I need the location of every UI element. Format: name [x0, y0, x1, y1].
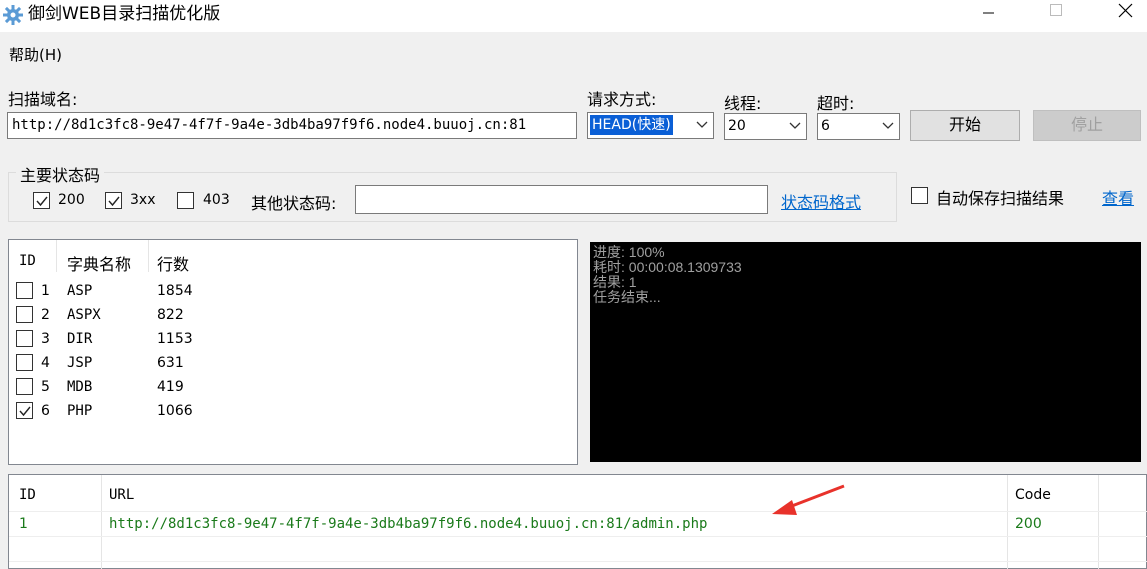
- results-header-url[interactable]: URL: [109, 487, 134, 503]
- domain-input[interactable]: http://8d1c3fc8-9e47-4f7f-9a4e-3db4ba97f…: [7, 112, 577, 139]
- timeout-value: 6: [821, 118, 830, 134]
- domain-label: 扫描域名:: [8, 90, 78, 109]
- checkmark-icon: [108, 196, 120, 207]
- console-line: 任务结束...: [593, 289, 661, 305]
- autosave-checkbox[interactable]: [911, 187, 928, 204]
- chevron-down-icon: [696, 121, 708, 128]
- maximize-icon: [1050, 4, 1062, 16]
- timeout-select[interactable]: 6: [817, 113, 900, 140]
- autosave-label: 自动保存扫描结果: [936, 189, 1065, 208]
- checkbox-403-label: 403: [203, 192, 230, 208]
- console-line: 耗时: 00:00:08.1309733: [593, 259, 742, 275]
- annotation-arrow-icon: [772, 484, 845, 515]
- dict-checkbox[interactable]: [16, 282, 33, 299]
- results-table: ID URL Code 1 http://8d1c3fc8-9e47-4f7f-…: [8, 474, 1147, 569]
- other-code-label: 其他状态码:: [251, 194, 337, 213]
- dict-header-name[interactable]: 字典名称: [67, 251, 131, 275]
- title-bar: 御剑WEB目录扫描优化版: [0, 0, 1147, 32]
- dict-id: 2: [41, 307, 50, 323]
- checkbox-3xx[interactable]: [105, 192, 122, 209]
- results-header-id[interactable]: ID: [19, 487, 36, 503]
- checkbox-3xx-label: 3xx: [130, 192, 156, 208]
- dict-checkbox[interactable]: [16, 378, 33, 395]
- chevron-down-icon: [882, 122, 894, 129]
- dict-id: 3: [41, 331, 50, 347]
- dict-id: 4: [41, 355, 50, 371]
- minimize-button[interactable]: [966, 0, 1012, 30]
- window-title: 御剑WEB目录扫描优化版: [28, 4, 221, 24]
- stop-button[interactable]: 停止: [1033, 110, 1141, 141]
- threads-select[interactable]: 20: [724, 113, 807, 140]
- method-select[interactable]: HEAD(快速): [587, 112, 714, 139]
- close-button[interactable]: [1100, 0, 1146, 30]
- status-code-group-label: 主要状态码: [16, 162, 105, 186]
- status-format-link[interactable]: 状态码格式: [781, 189, 861, 213]
- start-button[interactable]: 开始: [910, 110, 1020, 141]
- dict-name: PHP: [67, 403, 93, 419]
- method-label: 请求方式:: [587, 90, 657, 109]
- console-output: 进度: 100% 耗时: 00:00:08.1309733 结果: 1 任务结束…: [590, 242, 1141, 462]
- dict-checkbox[interactable]: [16, 306, 33, 323]
- table-row[interactable]: 1 http://8d1c3fc8-9e47-4f7f-9a4e-3db4ba9…: [9, 513, 1147, 536]
- console-line: 进度: 100%: [593, 244, 665, 260]
- threads-value: 20: [728, 118, 746, 134]
- menu-help[interactable]: 帮助(H): [9, 44, 62, 65]
- minimize-icon: [983, 12, 994, 14]
- dictionary-list: ID 字典名称 行数 1 ASP 1854 2 ASPX 822 3 DIR 1…: [8, 239, 578, 465]
- dict-header-id[interactable]: ID: [19, 253, 36, 269]
- dict-checkbox[interactable]: [16, 354, 33, 371]
- dict-lines: 1854: [157, 283, 193, 299]
- menu-bar: 帮助(H): [0, 32, 1147, 72]
- dict-name: DIR: [67, 331, 93, 347]
- dict-name: JSP: [67, 355, 93, 371]
- dict-lines: 822: [157, 307, 184, 323]
- dict-lines: 631: [157, 355, 184, 371]
- result-id: 1: [19, 516, 28, 532]
- dict-lines: 1066: [157, 403, 193, 419]
- results-header-code[interactable]: Code: [1015, 487, 1051, 503]
- dict-id: 1: [41, 283, 50, 299]
- result-url: http://8d1c3fc8-9e47-4f7f-9a4e-3db4ba97f…: [109, 516, 708, 532]
- result-code: 200: [1015, 516, 1042, 532]
- dict-checkbox[interactable]: [16, 402, 33, 419]
- threads-label: 线程:: [724, 94, 762, 113]
- dict-lines: 1153: [157, 331, 193, 347]
- dict-name: MDB: [67, 379, 93, 395]
- dict-header-lines[interactable]: 行数: [157, 251, 189, 275]
- dict-lines: 419: [157, 379, 184, 395]
- view-link[interactable]: 查看: [1102, 185, 1134, 209]
- checkbox-200-label: 200: [58, 192, 85, 208]
- close-icon: [1118, 3, 1133, 18]
- dict-name: ASPX: [67, 307, 101, 323]
- checkbox-200[interactable]: [33, 192, 50, 209]
- maximize-button[interactable]: [1033, 0, 1079, 30]
- checkmark-icon: [36, 196, 48, 207]
- dict-checkbox[interactable]: [16, 330, 33, 347]
- dict-name: ASP: [67, 283, 93, 299]
- chevron-down-icon: [789, 122, 801, 129]
- other-code-input[interactable]: [355, 185, 768, 214]
- method-value: HEAD(快速): [590, 115, 673, 135]
- checkmark-icon: [19, 406, 31, 417]
- gear-icon: [3, 5, 23, 25]
- console-line: 结果: 1: [593, 274, 637, 290]
- dict-id: 6: [41, 403, 50, 419]
- checkbox-403[interactable]: [177, 192, 194, 209]
- timeout-label: 超时:: [817, 94, 855, 113]
- dict-id: 5: [41, 379, 50, 395]
